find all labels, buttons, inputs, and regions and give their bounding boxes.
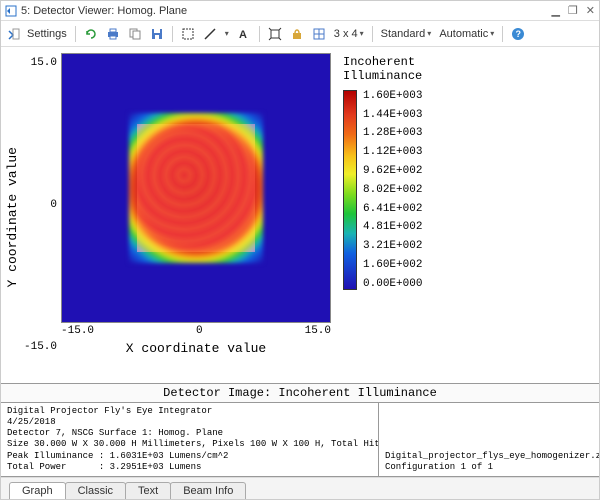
line-icon[interactable]	[201, 25, 219, 43]
info-panel: Detector Image: Incoherent Illuminance D…	[1, 383, 599, 478]
app-icon	[5, 5, 17, 17]
cbar-tick: 4.81E+002	[363, 221, 422, 233]
colorbar-title: Incoherent Illuminance	[343, 55, 422, 84]
cbar-tick: 1.60E+003	[363, 90, 422, 102]
x-tick: -15.0	[61, 325, 94, 337]
grid-size-dropdown[interactable]: 3 x 4▾	[332, 28, 366, 40]
colorbar-ticks: 1.60E+003 1.44E+003 1.28E+003 1.12E+003 …	[363, 90, 422, 290]
print-icon[interactable]	[104, 25, 122, 43]
toolbar: Settings ▾ A 3 x 4▾ Standard▾ Automatic▾…	[1, 21, 599, 47]
x-tick: 15.0	[305, 325, 331, 337]
toolbar-separator	[75, 26, 76, 42]
window-title: 5: Detector Viewer: Homog. Plane	[21, 5, 551, 17]
info-panel-title: Detector Image: Incoherent Illuminance	[1, 384, 599, 403]
cbar-tick: 3.21E+002	[363, 240, 422, 252]
titlebar: 5: Detector Viewer: Homog. Plane ▁ ❐ ✕	[1, 1, 599, 21]
help-icon[interactable]: ?	[509, 25, 527, 43]
toolbar-separator	[259, 26, 260, 42]
grid-icon[interactable]	[310, 25, 328, 43]
plot-center: -15.0 0 15.0 X coordinate value	[61, 53, 331, 381]
select-icon[interactable]	[179, 25, 197, 43]
cbar-tick: 1.12E+003	[363, 146, 422, 158]
x-axis-ticks: -15.0 0 15.0	[61, 323, 331, 339]
y-tick: 15.0	[31, 57, 57, 69]
svg-text:?: ?	[516, 29, 522, 39]
scale-mode-dropdown[interactable]: Automatic▾	[437, 28, 496, 40]
tab-classic[interactable]: Classic	[65, 482, 126, 499]
cbar-tick: 9.62E+002	[363, 165, 422, 177]
cbar-tick: 0.00E+000	[363, 278, 422, 290]
svg-text:A: A	[239, 29, 247, 41]
minimize-button[interactable]: ▁	[551, 4, 559, 17]
lock-icon[interactable]	[288, 25, 306, 43]
cbar-tick: 1.60E+002	[363, 259, 422, 271]
settings-label[interactable]: Settings	[27, 28, 67, 40]
refresh-icon[interactable]	[82, 25, 100, 43]
heatmap-core	[137, 124, 255, 253]
tab-graph[interactable]: Graph	[9, 482, 66, 499]
zoom-extents-icon[interactable]	[266, 25, 284, 43]
y-axis-label: Y coordinate value	[3, 147, 22, 287]
line-style-dropdown[interactable]: ▾	[223, 29, 231, 38]
y-axis-ticks: 15.0 0 -15.0	[22, 53, 61, 381]
cbar-tick: 8.02E+002	[363, 184, 422, 196]
toolbar-separator	[172, 26, 173, 42]
cbar-tick: 1.28E+003	[363, 127, 422, 139]
view-mode-dropdown[interactable]: Standard▾	[379, 28, 434, 40]
colorbar-legend: Incoherent Illuminance 1.60E+003 1.44E+0…	[343, 53, 422, 381]
text-tool-icon[interactable]: A	[235, 25, 253, 43]
toolbar-separator	[372, 26, 373, 42]
y-tick: 0	[50, 199, 57, 211]
plot-area: Y coordinate value 15.0 0 -15.0 -15.0 0 …	[1, 47, 599, 383]
settings-icon[interactable]	[5, 25, 23, 43]
tab-bar: Graph Classic Text Beam Info	[1, 477, 599, 499]
colorbar	[343, 90, 357, 290]
toolbar-separator	[502, 26, 503, 42]
copy-icon[interactable]	[126, 25, 144, 43]
cbar-tick: 6.41E+002	[363, 203, 422, 215]
restore-button[interactable]: ❐	[568, 4, 578, 17]
y-tick: -15.0	[24, 341, 57, 353]
x-axis-label: X coordinate value	[61, 339, 331, 356]
tab-beam-info[interactable]: Beam Info	[170, 482, 246, 499]
info-panel-left: Digital Projector Fly's Eye Integrator 4…	[1, 403, 379, 477]
close-button[interactable]: ✕	[586, 4, 595, 17]
window-controls: ▁ ❐ ✕	[551, 4, 595, 17]
heatmap-canvas[interactable]	[61, 53, 331, 323]
tab-text[interactable]: Text	[125, 482, 171, 499]
save-icon[interactable]	[148, 25, 166, 43]
info-panel-right: Digital_projector_flys_eye_homogenizer.z…	[379, 403, 599, 477]
cbar-tick: 1.44E+003	[363, 109, 422, 121]
x-tick: 0	[196, 325, 203, 337]
